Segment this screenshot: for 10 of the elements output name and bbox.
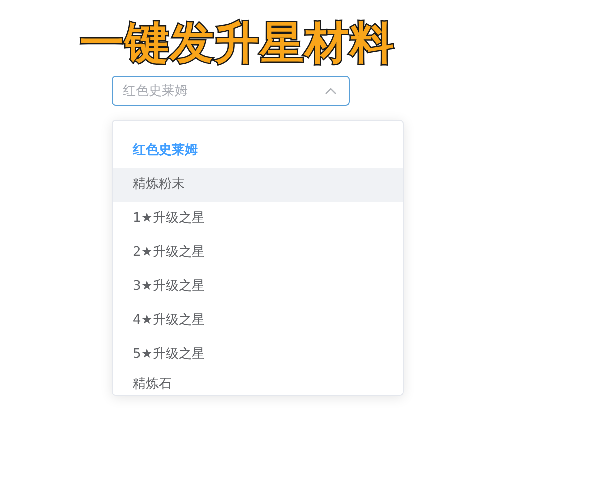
dropdown-option[interactable]: 1★升级之星 <box>113 202 403 236</box>
dropdown-option[interactable]: 5★升级之星 <box>113 338 403 372</box>
dropdown-option[interactable]: 精炼石 <box>113 372 403 395</box>
dropdown-option[interactable]: 4★升级之星 <box>113 304 403 338</box>
dropdown-option[interactable]: 3★升级之星 <box>113 270 403 304</box>
select-field[interactable]: 红色史莱姆 <box>112 76 350 106</box>
caption-title: 一键发升星材料 <box>80 17 395 71</box>
dropdown-option[interactable]: 2★升级之星 <box>113 236 403 270</box>
caret-icon <box>325 87 337 95</box>
dropdown-option[interactable]: 精炼粉末 <box>113 168 403 202</box>
